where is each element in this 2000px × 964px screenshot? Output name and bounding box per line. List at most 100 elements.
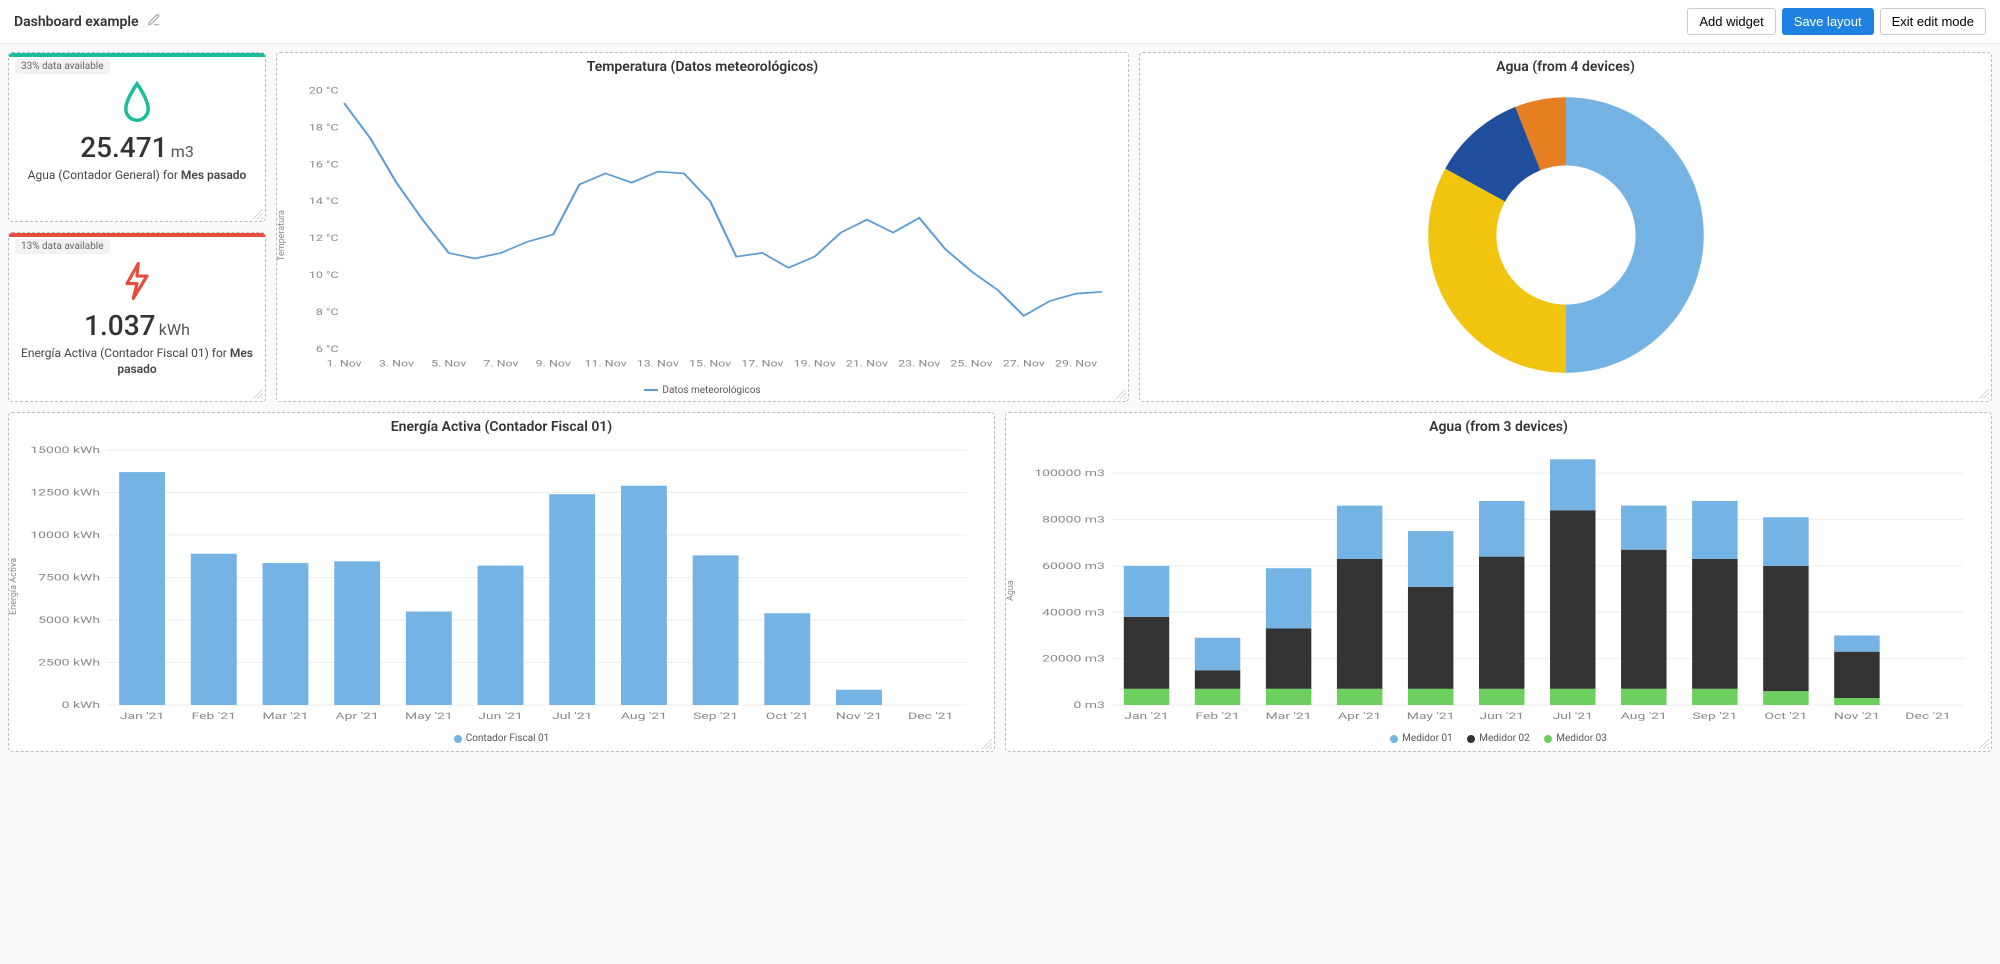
svg-text:Oct '21: Oct '21 bbox=[1764, 711, 1807, 722]
svg-text:Jul '21: Jul '21 bbox=[1553, 711, 1593, 722]
svg-text:29. Nov: 29. Nov bbox=[1055, 358, 1098, 369]
kpi-water-widget[interactable]: 33% data available 25.471 m3 Agua (Conta… bbox=[8, 52, 266, 222]
svg-text:15. Nov: 15. Nov bbox=[689, 358, 732, 369]
svg-text:40000 m3: 40000 m3 bbox=[1042, 607, 1105, 618]
svg-text:Dec '21: Dec '21 bbox=[1905, 711, 1950, 722]
svg-text:11. Nov: 11. Nov bbox=[584, 358, 627, 369]
kpi-energy-value-row: 1.037 kWh bbox=[9, 309, 265, 342]
svg-text:21. Nov: 21. Nov bbox=[846, 358, 889, 369]
agua-donut-chart bbox=[1421, 90, 1711, 380]
resize-handle-icon[interactable] bbox=[982, 739, 992, 749]
resize-handle-icon[interactable] bbox=[253, 389, 263, 399]
agua-series-1-label: Medidor 01 bbox=[1402, 733, 1453, 744]
dashboard-title: Dashboard example bbox=[14, 14, 139, 30]
kpi-energy-widget[interactable]: 13% data available 1.037 kWh Energía Act… bbox=[8, 232, 266, 402]
temperature-chart-title: Temperatura (Datos meteorológicos) bbox=[277, 53, 1128, 81]
svg-text:Dec '21: Dec '21 bbox=[908, 711, 953, 722]
energy-bar-widget[interactable]: Energía Activa (Contador Fiscal 01) Ener… bbox=[8, 412, 995, 752]
swatch-icon bbox=[1467, 735, 1475, 743]
kpi-energy-metric: Energía Activa (Contador Fiscal 01) bbox=[21, 346, 209, 360]
svg-text:0 m3: 0 m3 bbox=[1073, 700, 1104, 711]
svg-text:Aug '21: Aug '21 bbox=[1621, 711, 1667, 722]
temperature-series-label: Datos meteorológicos bbox=[662, 385, 760, 396]
svg-text:Sep '21: Sep '21 bbox=[693, 711, 738, 722]
svg-text:7. Nov: 7. Nov bbox=[483, 358, 519, 369]
svg-text:14 °C: 14 °C bbox=[309, 196, 339, 207]
resize-handle-icon[interactable] bbox=[1979, 739, 1989, 749]
kpi-energy-desc: Energía Activa (Contador Fiscal 01) for … bbox=[9, 346, 265, 377]
kpi-energy-unit: kWh bbox=[159, 320, 190, 339]
svg-text:Jul '21: Jul '21 bbox=[552, 711, 592, 722]
svg-text:Jan '21: Jan '21 bbox=[120, 711, 165, 722]
line-swatch bbox=[644, 389, 658, 391]
lightning-bolt-icon bbox=[9, 261, 265, 305]
svg-text:20 °C: 20 °C bbox=[309, 85, 339, 96]
svg-text:2500 kWh: 2500 kWh bbox=[38, 657, 100, 668]
kpi-water-accent bbox=[9, 53, 265, 57]
svg-text:8 °C: 8 °C bbox=[316, 307, 339, 318]
svg-text:19. Nov: 19. Nov bbox=[794, 358, 837, 369]
svg-text:12 °C: 12 °C bbox=[309, 233, 339, 244]
svg-text:9. Nov: 9. Nov bbox=[536, 358, 572, 369]
svg-text:20000 m3: 20000 m3 bbox=[1042, 653, 1105, 664]
kpi-water-metric: Agua (Contador General) bbox=[28, 168, 160, 182]
kpi-energy-availability-badge: 13% data available bbox=[15, 239, 110, 254]
kpi-water-value: 25.471 bbox=[80, 131, 167, 164]
kpi-energy-for: for bbox=[212, 346, 227, 360]
svg-text:Jan '21: Jan '21 bbox=[1124, 711, 1169, 722]
agua-series-2-label: Medidor 02 bbox=[1479, 733, 1530, 744]
kpi-water-availability-badge: 33% data available bbox=[15, 59, 110, 74]
temperature-legend: Datos meteorológicos bbox=[277, 381, 1128, 402]
resize-handle-icon[interactable] bbox=[1116, 389, 1126, 399]
agua-stacked-bar-title: Agua (from 3 devices) bbox=[1006, 413, 1991, 441]
svg-text:Mar '21: Mar '21 bbox=[1266, 711, 1312, 722]
kpi-water-unit: m3 bbox=[171, 142, 194, 161]
svg-text:Aug '21: Aug '21 bbox=[621, 711, 667, 722]
svg-text:18 °C: 18 °C bbox=[309, 122, 339, 133]
temperature-y-axis-title: Temperatura bbox=[277, 210, 287, 261]
svg-text:Nov '21: Nov '21 bbox=[836, 711, 882, 722]
svg-text:6 °C: 6 °C bbox=[316, 344, 339, 355]
svg-text:3. Nov: 3. Nov bbox=[379, 358, 415, 369]
svg-text:60000 m3: 60000 m3 bbox=[1042, 560, 1105, 571]
agua-stacked-bar-widget[interactable]: Agua (from 3 devices) Agua 100000 m3 8000… bbox=[1005, 412, 1992, 752]
svg-text:1. Nov: 1. Nov bbox=[327, 358, 363, 369]
water-drop-icon bbox=[9, 81, 265, 127]
resize-handle-icon[interactable] bbox=[1979, 389, 1989, 399]
svg-text:7500 kWh: 7500 kWh bbox=[38, 572, 100, 583]
kpi-energy-value: 1.037 bbox=[84, 309, 155, 342]
svg-text:15000 kWh: 15000 kWh bbox=[30, 445, 100, 455]
svg-text:Feb '21: Feb '21 bbox=[192, 711, 236, 722]
svg-text:Feb '21: Feb '21 bbox=[1195, 711, 1239, 722]
svg-text:10000 kWh: 10000 kWh bbox=[30, 530, 100, 541]
svg-text:Sep '21: Sep '21 bbox=[1692, 711, 1737, 722]
svg-text:5. Nov: 5. Nov bbox=[431, 358, 467, 369]
kpi-water-for: for bbox=[163, 168, 178, 182]
kpi-energy-accent bbox=[9, 233, 265, 237]
svg-text:Apr '21: Apr '21 bbox=[336, 711, 379, 722]
kpi-water-desc: Agua (Contador General) for Mes pasado bbox=[9, 168, 265, 184]
energy-bar-title: Energía Activa (Contador Fiscal 01) bbox=[9, 413, 994, 441]
agua-stacked-bar-chart: 100000 m3 80000 m3 60000 m3 40000 m3 20000 m… bbox=[1018, 445, 1979, 725]
agua-pie-widget[interactable]: Agua (from 4 devices) bbox=[1139, 52, 1992, 402]
svg-text:25. Nov: 25. Nov bbox=[950, 358, 993, 369]
dashboard-board: 33% data available 25.471 m3 Agua (Conta… bbox=[0, 44, 2000, 770]
exit-edit-button[interactable]: Exit edit mode bbox=[1880, 8, 1986, 35]
save-layout-button[interactable]: Save layout bbox=[1782, 8, 1874, 35]
svg-text:10 °C: 10 °C bbox=[309, 270, 339, 281]
svg-text:13. Nov: 13. Nov bbox=[637, 358, 680, 369]
energy-bar-chart: 15000 kWh12500 kWh10000 kWh7500 kWh5000 … bbox=[21, 445, 982, 725]
edit-title-icon[interactable] bbox=[147, 13, 161, 31]
resize-handle-icon[interactable] bbox=[253, 209, 263, 219]
svg-text:Oct '21: Oct '21 bbox=[766, 711, 809, 722]
svg-text:100000 m3: 100000 m3 bbox=[1034, 468, 1104, 479]
svg-text:May '21: May '21 bbox=[1407, 711, 1455, 722]
svg-text:80000 m3: 80000 m3 bbox=[1042, 514, 1105, 525]
agua-pie-title: Agua (from 4 devices) bbox=[1140, 53, 1991, 81]
add-widget-button[interactable]: Add widget bbox=[1687, 8, 1775, 35]
agua-stacked-bar-legend: Medidor 01 Medidor 02 Medidor 03 bbox=[1006, 731, 1991, 752]
temperature-chart-widget[interactable]: Temperatura (Datos meteorológicos) Tempe… bbox=[276, 52, 1129, 402]
agua-y-axis-title: Agua bbox=[1006, 580, 1016, 601]
svg-text:0 kWh: 0 kWh bbox=[62, 700, 100, 711]
svg-text:Nov '21: Nov '21 bbox=[1834, 711, 1880, 722]
